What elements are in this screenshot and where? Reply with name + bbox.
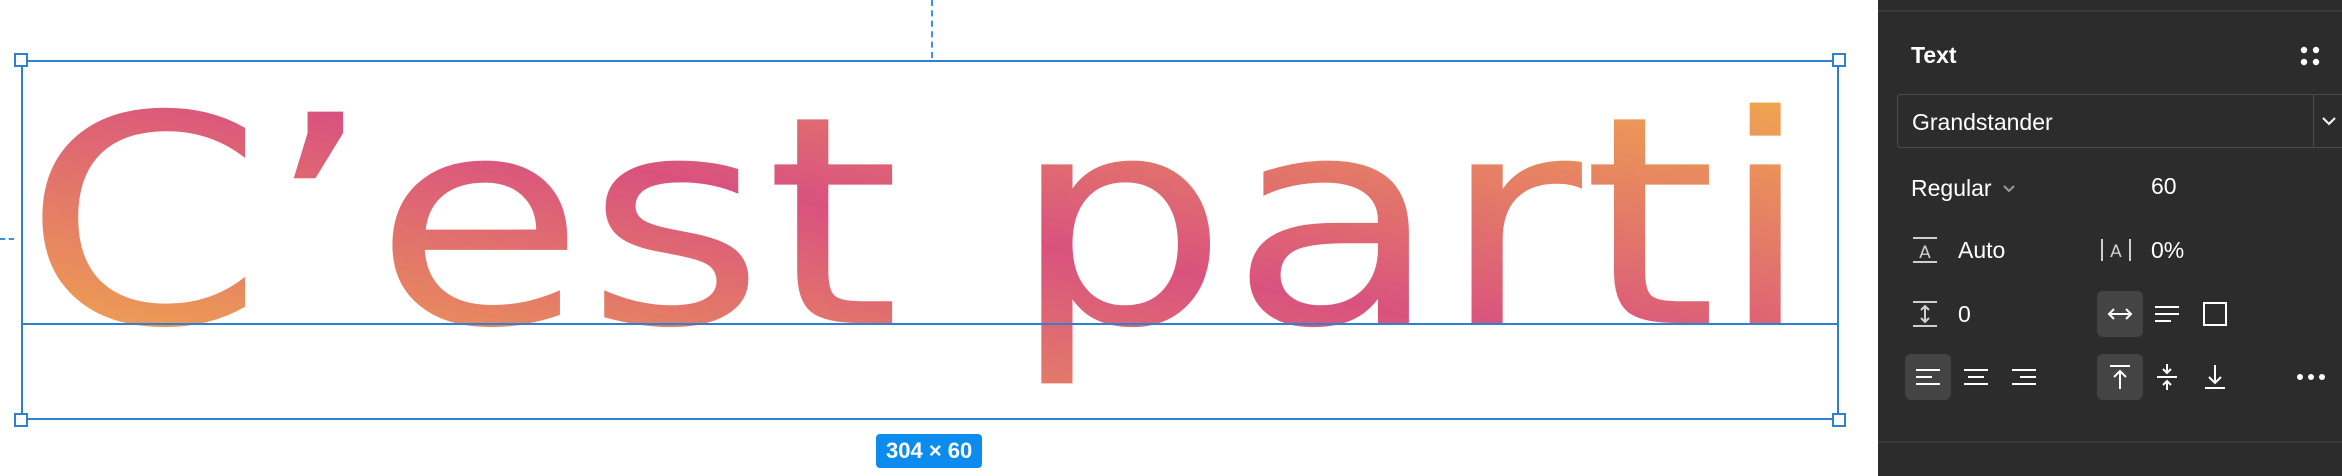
paragraph-spacing-icon <box>1908 297 1942 331</box>
panel-divider-top <box>1878 10 2342 12</box>
auto-height-icon <box>2153 304 2181 324</box>
resize-handle-top-right[interactable] <box>1832 53 1846 67</box>
font-family-value: Grandstander <box>1912 109 2053 135</box>
align-center-icon <box>1962 367 1990 387</box>
size-badge: 304 × 60 <box>876 434 983 468</box>
auto-height-button[interactable] <box>2144 291 2190 337</box>
align-right-button[interactable] <box>2001 354 2047 400</box>
svg-text:A: A <box>2110 242 2122 262</box>
align-top-button[interactable] <box>2097 354 2143 400</box>
resize-handle-top-left[interactable] <box>14 53 28 67</box>
auto-width-button[interactable] <box>2097 291 2143 337</box>
line-height-icon: A <box>1908 233 1942 267</box>
more-options-button[interactable] <box>2288 354 2334 400</box>
paragraph-spacing-input[interactable]: 0 <box>1958 301 1971 328</box>
chevron-down-icon[interactable] <box>2313 95 2342 147</box>
align-middle-icon <box>2154 362 2180 392</box>
section-title: Text <box>1911 42 1957 68</box>
font-style-select[interactable]: Regular <box>1911 173 2016 203</box>
font-style-value: Regular <box>1911 174 1992 201</box>
resize-handle-bottom-left[interactable] <box>14 413 28 427</box>
auto-width-icon <box>2106 306 2134 322</box>
resize-handle-bottom-right[interactable] <box>1832 413 1846 427</box>
fixed-size-button[interactable] <box>2192 291 2238 337</box>
styles-grid-icon[interactable] <box>2299 45 2321 67</box>
properties-panel: Text Grandstander Regular 60 A Auto A 0%… <box>1878 0 2342 476</box>
align-bottom-button[interactable] <box>2192 354 2238 400</box>
align-right-icon <box>2010 367 2038 387</box>
selection-box[interactable] <box>21 60 1839 420</box>
font-size-input[interactable]: 60 <box>2151 173 2177 200</box>
align-bottom-icon <box>2202 363 2228 391</box>
align-middle-button[interactable] <box>2144 354 2190 400</box>
font-family-select[interactable]: Grandstander <box>1897 94 2342 148</box>
line-height-input[interactable]: Auto <box>1958 237 2005 264</box>
text-baseline <box>21 323 1839 325</box>
fixed-size-icon <box>2202 301 2228 327</box>
svg-text:A: A <box>1919 243 1931 263</box>
align-left-button[interactable] <box>1905 354 1951 400</box>
align-left-icon <box>1914 367 1942 387</box>
letter-spacing-icon: A <box>2099 233 2133 267</box>
letter-spacing-input[interactable]: 0% <box>2151 237 2184 264</box>
more-icon <box>2296 373 2326 381</box>
chevron-down-icon <box>2002 184 2016 193</box>
canvas[interactable]: C’est parti 304 × 60 <box>0 0 1878 476</box>
align-top-icon <box>2107 363 2133 391</box>
align-center-button[interactable] <box>1953 354 1999 400</box>
panel-divider-bottom <box>1878 441 2342 443</box>
